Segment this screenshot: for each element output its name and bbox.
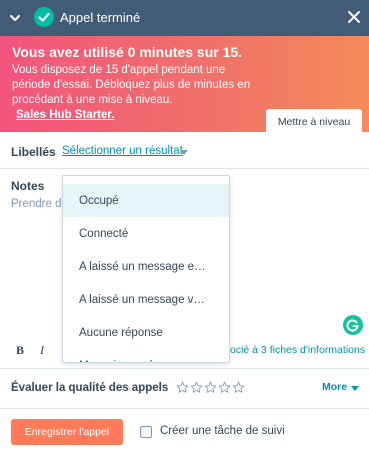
outcome-select[interactable]: Sélectionner un résultat (62, 145, 183, 157)
banner-title: Vous avez utilisé 0 minutes sur 15. (12, 44, 243, 60)
star-rating[interactable] (176, 381, 245, 394)
divider (0, 168, 369, 169)
star-icon[interactable] (190, 381, 203, 394)
star-icon[interactable] (204, 381, 217, 394)
notes-label: Notes (11, 179, 45, 193)
banner-body: Vous disposez de 15 d'appel pendant une … (12, 64, 251, 106)
upgrade-button[interactable]: Mettre à niveau (266, 109, 362, 135)
call-header: Appel terminé (0, 0, 369, 36)
dropdown-option[interactable]: Connecté (63, 217, 229, 250)
grammarly-icon[interactable] (343, 315, 363, 335)
notes-editor[interactable]: Prendre des notes sur cet appel… (11, 198, 61, 210)
save-call-button[interactable]: Enregistrer l'appel (11, 419, 123, 445)
dropdown-option[interactable]: A laissé un message e… (63, 250, 229, 283)
call-status-title: Appel terminé (60, 10, 141, 25)
dropdown-option[interactable]: Occupé (63, 184, 229, 217)
associations-link[interactable]: ocié à 3 fiches d'informations (230, 344, 365, 356)
sales-hub-starter-link[interactable]: Sales Hub Starter. (16, 109, 114, 121)
divider (0, 408, 369, 409)
caret-down-icon[interactable] (180, 150, 188, 155)
dropdown-option[interactable]: Mauvais numéro (63, 349, 229, 363)
outcome-dropdown: Occupé Connecté A laissé un message e… A… (62, 175, 230, 363)
dropdown-option[interactable]: A laissé un message v… (63, 283, 229, 316)
close-icon[interactable] (347, 10, 361, 24)
call-quality-label: Évaluer la qualité des appels (11, 382, 169, 394)
divider (0, 368, 369, 369)
star-icon[interactable] (176, 381, 189, 394)
star-icon[interactable] (232, 381, 245, 394)
check-circle-icon (34, 7, 54, 27)
caret-down-icon[interactable] (351, 386, 359, 391)
dropdown-option[interactable]: Aucune réponse (63, 316, 229, 349)
star-icon[interactable] (218, 381, 231, 394)
italic-button[interactable]: I (40, 343, 44, 358)
outcome-row: Libellés Sélectionner un résultat (0, 138, 369, 166)
follow-up-task-label: Créer une tâche de suivi (160, 425, 285, 437)
more-button[interactable]: More (322, 381, 347, 393)
follow-up-task-checkbox[interactable] (140, 426, 152, 438)
trial-banner: Vous avez utilisé 0 minutes sur 15. Vous… (0, 36, 369, 135)
labels-label: Libellés (11, 145, 56, 159)
chevron-down-icon[interactable] (9, 12, 21, 24)
bold-button[interactable]: B (16, 343, 24, 358)
